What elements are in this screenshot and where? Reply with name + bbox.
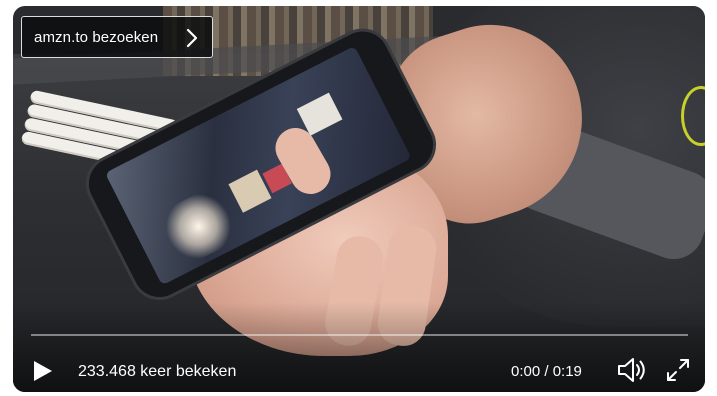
chevron-right-icon [186, 28, 198, 48]
time-display: 0:00 / 0:19 [511, 363, 582, 380]
view-count: 233.468 keer bekeken [78, 363, 237, 380]
play-icon[interactable] [29, 358, 55, 384]
progress-bar[interactable] [31, 334, 688, 336]
visit-link-button[interactable]: amzn.to bezoeken [21, 16, 213, 58]
video-player[interactable]: amzn.to bezoeken 233.468 keer bekeken 0:… [13, 6, 705, 392]
fullscreen-expand-icon[interactable] [665, 357, 691, 383]
visit-link-label: amzn.to bezoeken [34, 28, 159, 46]
volume-icon[interactable] [616, 356, 648, 384]
